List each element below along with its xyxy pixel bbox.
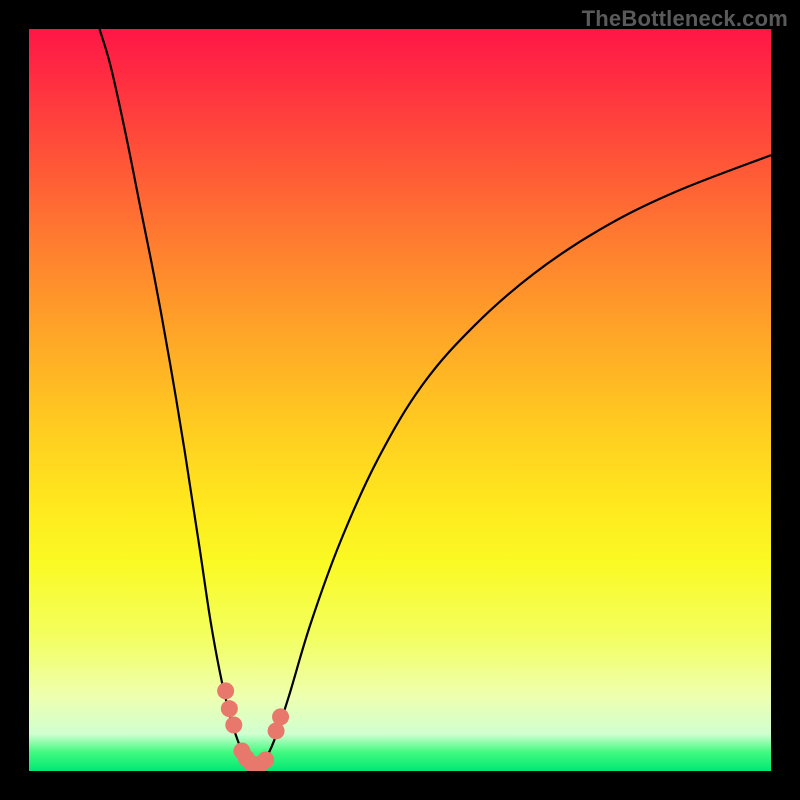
- curve-layer: [29, 29, 771, 771]
- highlight-marker: [225, 717, 242, 734]
- curve-left-branch: [99, 29, 255, 771]
- chart-frame: TheBottleneck.com: [0, 0, 800, 800]
- highlight-marker: [257, 751, 274, 768]
- highlight-marker: [217, 682, 234, 699]
- highlight-marker: [221, 700, 238, 717]
- curve-right-branch: [255, 155, 771, 771]
- plot-area: [29, 29, 771, 771]
- highlight-marker: [272, 708, 289, 725]
- highlight-markers: [217, 682, 289, 771]
